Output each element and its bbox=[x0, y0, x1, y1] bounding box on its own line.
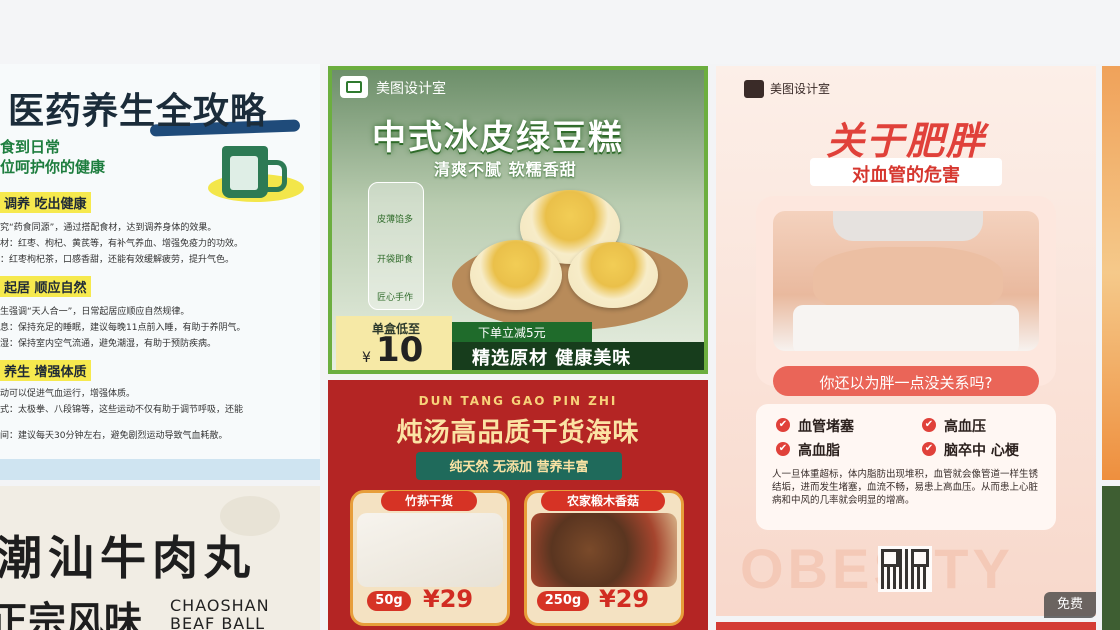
product-tag: 农家椴木香菇 bbox=[541, 491, 665, 511]
risk-item: 高血压 bbox=[944, 419, 986, 435]
section-heading: 调养 吃出健康 bbox=[0, 192, 91, 213]
card-title: 医药养生全攻略 bbox=[8, 91, 268, 132]
english-title-1: CHAOSHAN bbox=[170, 596, 270, 615]
ribbon-text: 纯天然 无添加 营养丰富 bbox=[449, 460, 589, 475]
top-bar bbox=[0, 0, 1120, 64]
mug-handle bbox=[266, 160, 287, 192]
card-subtitle-2: 位呵护你的健康 bbox=[0, 158, 106, 176]
english-title-2: BEAF BALL bbox=[170, 614, 266, 630]
mooncake-illustration bbox=[470, 240, 562, 310]
product-weight: 50g bbox=[367, 591, 411, 611]
template-card-mooncake[interactable]: 美图设计室 中式冰皮绿豆糕 清爽不腻 软糯香甜 皮薄馅多 开袋即食 匠心手作 单… bbox=[328, 66, 708, 374]
qr-code-icon bbox=[878, 546, 932, 592]
section-heading: 起居 顺应自然 bbox=[0, 276, 91, 297]
mug-inner bbox=[230, 156, 258, 190]
card-subtitle-1: 食到日常 bbox=[0, 138, 61, 156]
template-card-partial[interactable] bbox=[716, 622, 1096, 630]
check-icon: ✔ bbox=[922, 418, 936, 432]
product-card: 农家椴木香菇 250g ¥29 bbox=[524, 490, 684, 626]
card-title: 中式冰皮绿豆糕 bbox=[372, 118, 624, 158]
brand-logo-icon bbox=[744, 80, 764, 98]
section-line: 间：建议每天30分钟左右，避免剧烈运动导致气血耗散。 bbox=[0, 431, 228, 441]
feature-label: 皮薄馅多 bbox=[376, 215, 413, 225]
card-subtitle: 正宗风味 bbox=[0, 598, 143, 630]
template-card-partial[interactable] bbox=[1102, 486, 1120, 630]
brand-name: 美图设计室 bbox=[770, 82, 831, 96]
risk-item: 高血脂 bbox=[798, 443, 840, 459]
product-price: ¥29 bbox=[599, 585, 650, 613]
template-card-health[interactable]: 医药养生全攻略 食到日常 位呵护你的健康 调养 吃出健康 究“药食同源”，通过搭… bbox=[0, 64, 320, 480]
product-card: 竹荪干货 50g ¥29 bbox=[350, 490, 510, 626]
card-subtitle: 清爽不腻 软糯香甜 bbox=[434, 160, 577, 179]
card-title: 炖汤高品质干货海味 bbox=[396, 418, 640, 448]
section-heading: 养生 增强体质 bbox=[0, 360, 91, 381]
risk-item: 血管堵塞 bbox=[798, 419, 854, 435]
section-line: 湿：保持室内空气流通，避免潮湿，有助于预防疾病。 bbox=[0, 339, 217, 349]
description-text: 人一旦体重超标，体内脂肪出现堆积，血管就会像管道一样生锈结垢，进而发生堵塞，血流… bbox=[772, 469, 1039, 506]
price-value: 10 bbox=[376, 330, 424, 370]
product-weight: 250g bbox=[537, 591, 589, 611]
price-currency: ¥ bbox=[362, 350, 371, 366]
section-line: 式：太极拳、八段锦等，这些运动不仅有助于调节呼吸，还能 bbox=[0, 405, 244, 415]
feature-label: 匠心手作 bbox=[376, 293, 413, 303]
risk-item: 脑卒中 心梗 bbox=[944, 443, 1019, 459]
section-line: 材：红枣、枸杞、黄芪等，有补气养血、增强免疫力的功效。 bbox=[0, 239, 244, 249]
check-icon: ✔ bbox=[776, 418, 790, 432]
mooncake-illustration bbox=[568, 242, 658, 308]
free-badge: 免费 bbox=[1044, 592, 1096, 618]
card-subtitle: 对血管的危害 bbox=[852, 165, 960, 186]
slogan-text: 精选原材 健康美味 bbox=[472, 348, 632, 369]
waist-photo bbox=[773, 211, 1039, 351]
section-line: 生强调“天人合一”，日常起居应顺应自然规律。 bbox=[0, 307, 190, 317]
question-text: 你还以为胖一点没关系吗? bbox=[819, 374, 993, 392]
section-line: ：红枣枸杞茶，口感香甜，还能有效缓解疲劳，提升气色。 bbox=[0, 255, 235, 265]
promo-text: 下单立减5元 bbox=[478, 326, 546, 340]
check-icon: ✔ bbox=[776, 442, 790, 456]
check-icon: ✔ bbox=[922, 442, 936, 456]
card-title: 潮汕牛肉丸 bbox=[0, 531, 256, 585]
section-line: 究“药食同源”，通过搭配食材，达到调养身体的效果。 bbox=[0, 223, 217, 233]
template-card-obesity[interactable]: 美图设计室 关于肥胖 对血管的危害 你还以为胖一点没关系吗? ✔ 血管堵塞 ✔ … bbox=[716, 66, 1096, 616]
product-image bbox=[357, 513, 503, 587]
watermark-text: OBESITY bbox=[740, 537, 1014, 600]
brand-logo-icon bbox=[340, 76, 368, 98]
feature-label: 开袋即食 bbox=[376, 255, 413, 265]
english-title: DUN TANG GAO PIN ZHI bbox=[418, 394, 618, 408]
brand-name: 美图设计室 bbox=[376, 81, 446, 97]
product-image bbox=[531, 513, 677, 587]
template-card-partial[interactable] bbox=[1102, 66, 1120, 480]
section-line: 息：保持充足的睡眠，建议每晚11点前入睡，有助于养阴气。 bbox=[0, 323, 246, 333]
template-card-stew[interactable]: DUN TANG GAO PIN ZHI 炖汤高品质干货海味 纯天然 无添加 营… bbox=[328, 380, 708, 630]
card-title: 关于肥胖 bbox=[825, 119, 986, 163]
section-line: 动可以促进气血运行，增强体质。 bbox=[0, 389, 136, 399]
bottom-band bbox=[0, 459, 320, 480]
product-tag: 竹荪干货 bbox=[381, 491, 477, 511]
product-price: ¥29 bbox=[423, 585, 474, 613]
template-card-beef-ball[interactable]: 潮汕牛肉丸 正宗风味 CHAOSHAN BEAF BALL bbox=[0, 486, 320, 630]
